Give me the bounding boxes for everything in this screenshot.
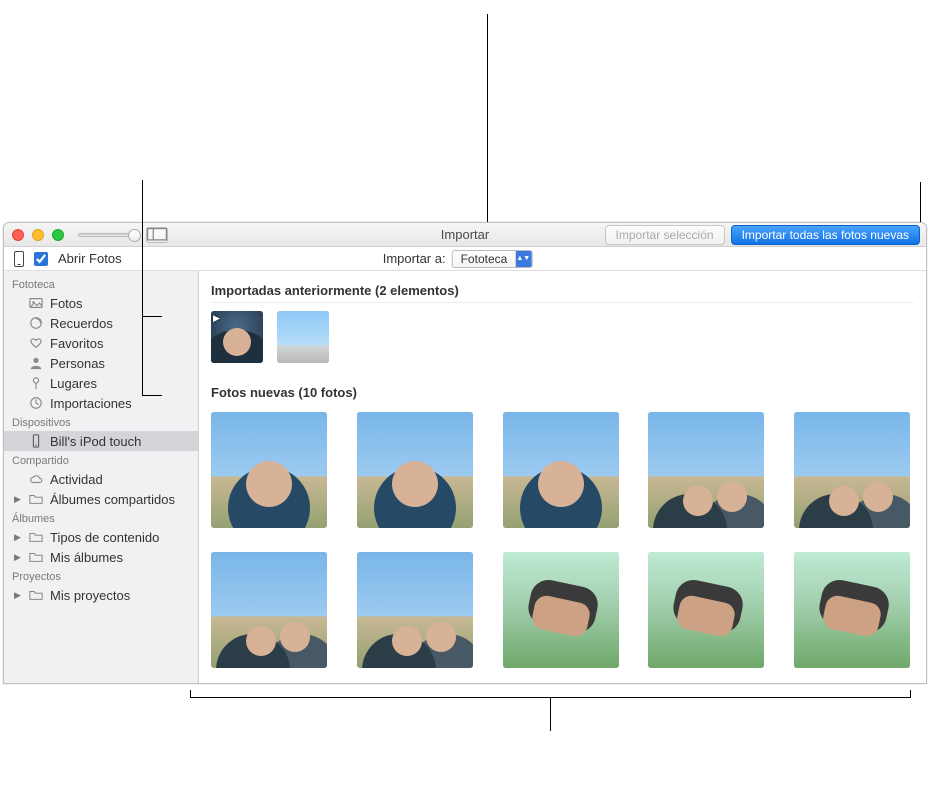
new-photo-thumbnail[interactable] [357, 412, 473, 528]
import-selection-button[interactable]: Importar selección [605, 225, 725, 245]
sidebar-item-label: Mis proyectos [50, 588, 130, 603]
disclosure-triangle-icon[interactable]: ▶ [14, 552, 22, 563]
sidebar-item-tipos-de-contenido[interactable]: ▶ Tipos de contenido [4, 527, 198, 547]
already-imported-header: Importadas anteriormente (2 elementos) [211, 277, 914, 303]
sidebar-item-label: Fotos [50, 296, 83, 311]
import-all-new-button[interactable]: Importar todas las fotos nuevas [731, 225, 920, 245]
sidebar-item-favoritos[interactable]: Favoritos [4, 333, 198, 353]
heart-icon [28, 335, 44, 351]
person-icon [28, 355, 44, 371]
device-icon [28, 433, 44, 449]
sidebar-item-label: Importaciones [50, 396, 132, 411]
close-button[interactable] [12, 229, 24, 241]
sidebar-item-lugares[interactable]: Lugares [4, 373, 198, 393]
disclosure-triangle-icon[interactable]: ▶ [14, 532, 22, 543]
sidebar-toggle-button[interactable] [146, 227, 168, 243]
sidebar-group-header: Proyectos [4, 567, 198, 585]
sidebar-item-label: Mis álbumes [50, 550, 123, 565]
popup-arrows-icon: ▲▼ [515, 251, 531, 267]
sidebar-item-mis-lbumes[interactable]: ▶ Mis álbumes [4, 547, 198, 567]
import-to-popup[interactable]: Fototeca ▲▼ [452, 250, 533, 268]
sidebar-item-fotos[interactable]: Fotos [4, 293, 198, 313]
new-photo-thumbnail[interactable] [211, 552, 327, 668]
folder-icon [28, 529, 44, 545]
sidebar-item-importaciones[interactable]: Importaciones [4, 393, 198, 413]
callout-line-left [142, 180, 143, 395]
sidebar-item-label: Actividad [50, 472, 103, 487]
callout-tick-left-2 [142, 395, 162, 396]
sidebar-group-header: Dispositivos [4, 413, 198, 431]
minimize-button[interactable] [32, 229, 44, 241]
zoom-button[interactable] [52, 229, 64, 241]
cloud-icon [28, 471, 44, 487]
sidebar-item-label: Álbumes compartidos [50, 492, 175, 507]
import-to-label: Importar a: [383, 251, 446, 266]
sidebar-item-label: Bill's iPod touch [50, 434, 141, 449]
import-to-value: Fototeca [453, 252, 516, 266]
sidebar-group-header: Compartido [4, 451, 198, 469]
new-photo-thumbnail[interactable] [503, 412, 619, 528]
sidebar-item-mis-proyectos[interactable]: ▶ Mis proyectos [4, 585, 198, 605]
new-photo-thumbnail[interactable] [794, 552, 910, 668]
clock-icon [28, 395, 44, 411]
sidebar-item-actividad[interactable]: Actividad [4, 469, 198, 489]
sidebar-item-bill-s-ipod-touch[interactable]: Bill's iPod touch [4, 431, 198, 451]
sidebar-item--lbumes-compartidos[interactable]: ▶ Álbumes compartidos [4, 489, 198, 509]
sidebar-group-header: Álbumes [4, 509, 198, 527]
sidebar: Fototeca Fotos Recuerdos Favoritos Personas L… [4, 271, 199, 683]
callout-line-bottom-center [550, 697, 551, 731]
disclosure-triangle-icon[interactable]: ▶ [14, 590, 22, 601]
sidebar-item-label: Lugares [50, 376, 97, 391]
disclosure-triangle-icon[interactable]: ▶ [14, 494, 22, 505]
callout-bracket-bottom-l [190, 690, 191, 698]
sidebar-item-label: Recuerdos [50, 316, 113, 331]
open-photos-label: Abrir Fotos [58, 251, 122, 266]
callout-bracket-bottom-r [910, 690, 911, 698]
sidebar-item-personas[interactable]: Personas [4, 353, 198, 373]
folder-icon [28, 587, 44, 603]
memories-icon [28, 315, 44, 331]
new-photo-thumbnail[interactable] [648, 412, 764, 528]
folder-icon [28, 491, 44, 507]
thumbnail-size-slider[interactable] [78, 233, 136, 237]
callout-tick-left-1 [142, 316, 162, 317]
callout-line-top-right [920, 182, 921, 222]
device-icon [14, 251, 24, 267]
sidebar-item-label: Tipos de contenido [50, 530, 159, 545]
already-imported-grid: ▶ [211, 311, 914, 363]
sidebar-item-label: Personas [50, 356, 105, 371]
slider-thumb[interactable] [128, 229, 141, 242]
new-photos-grid [211, 412, 914, 668]
new-photo-thumbnail[interactable] [211, 412, 327, 528]
window-title: Importar [441, 227, 489, 242]
content-area: Importadas anteriormente (2 elementos) ▶… [199, 271, 926, 683]
new-photos-header: Fotos nuevas (10 fotos) [211, 379, 914, 404]
new-photo-thumbnail[interactable] [357, 552, 473, 668]
folder-icon [28, 549, 44, 565]
open-photos-checkbox[interactable] [34, 252, 48, 266]
imported-thumbnail[interactable]: ▶ [211, 311, 263, 363]
imported-thumbnail[interactable] [277, 311, 329, 363]
sidebar-item-label: Favoritos [50, 336, 103, 351]
photos-icon [28, 295, 44, 311]
new-photo-thumbnail[interactable] [503, 552, 619, 668]
sidebar-group-header: Fototeca [4, 275, 198, 293]
callout-line-top-center [487, 14, 488, 222]
traffic-lights [4, 229, 64, 241]
new-photo-thumbnail[interactable] [648, 552, 764, 668]
pin-icon [28, 375, 44, 391]
video-badge-icon: ▶ [213, 313, 220, 324]
new-photo-thumbnail[interactable] [794, 412, 910, 528]
sidebar-item-recuerdos[interactable]: Recuerdos [4, 313, 198, 333]
